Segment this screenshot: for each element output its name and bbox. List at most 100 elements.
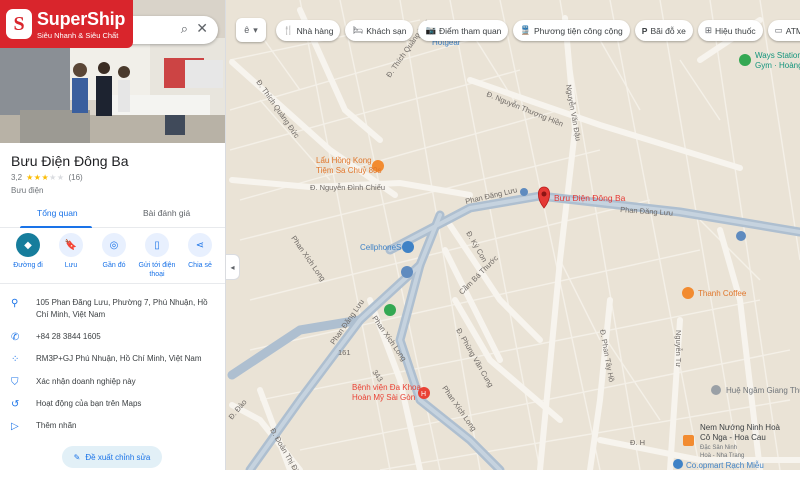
rating-stars: ★★★★★ bbox=[26, 173, 65, 182]
restaurant-icon: 🍴 bbox=[283, 25, 294, 35]
place-category[interactable]: Bưu điện bbox=[11, 186, 44, 195]
transit-icon[interactable] bbox=[736, 231, 746, 241]
poi-label: Bệnh viện Đa Khoa bbox=[352, 383, 421, 392]
poi-label: Cô Nga - Hoa Cau bbox=[700, 433, 766, 442]
chip-pharmacy[interactable]: ⊞ Hiệu thuốc bbox=[697, 20, 763, 41]
poi-label: Thanh Coffee bbox=[698, 289, 747, 298]
action-label: Gửi tới điện thoại bbox=[138, 262, 176, 279]
chevron-down-icon: ▾ bbox=[253, 24, 258, 35]
suggest-edit-button[interactable]: ✎ Đề xuất chỉnh sửa bbox=[62, 446, 162, 468]
street-label: Đ. H bbox=[630, 438, 645, 447]
verify-business-row[interactable]: ⛉ Xác nhận doanh nghiệp này bbox=[0, 376, 225, 388]
pharmacy-icon: ⊞ bbox=[704, 25, 713, 35]
rating-value: 3,2 bbox=[11, 173, 23, 182]
parking-icon: P bbox=[641, 25, 648, 36]
street-label: Nguyễn Tư bbox=[674, 330, 683, 367]
logo-name: SuperShip bbox=[37, 8, 126, 29]
action-buttons: ◆ Đường đi 🔖 Lưu ◎ Gần đó ▯ Gửi tới điện… bbox=[8, 233, 220, 279]
chip-label: Hiệu thuốc bbox=[715, 25, 756, 36]
chip-label: ATM bbox=[785, 25, 800, 36]
svg-text:H: H bbox=[421, 391, 426, 398]
search-icon[interactable]: ⌕ bbox=[181, 21, 188, 37]
chip-hotels[interactable]: 🛏 Khách sạn bbox=[345, 20, 414, 41]
poi-cellphones[interactable]: CellphoneS bbox=[360, 241, 414, 253]
shield-check-icon: ⛉ bbox=[11, 377, 19, 388]
chip-label: Bãi đỗ xe bbox=[650, 25, 686, 36]
add-label-text: Thêm nhãn bbox=[36, 421, 77, 430]
poi-label: Đặc Sản Ninh bbox=[700, 445, 737, 451]
chip-label: Khách sạn bbox=[366, 25, 407, 36]
verify-business-text: Xác nhận doanh nghiệp này bbox=[36, 377, 136, 386]
poi-label: Gym · Hoàng bbox=[755, 61, 800, 70]
plus-code-row[interactable]: ⁘ RM3P+GJ Phú Nhuận, Hồ Chí Minh, Việt N… bbox=[0, 353, 225, 365]
poi-label: Hoà - Nha Trang bbox=[700, 453, 744, 459]
save-button[interactable]: 🔖 Lưu bbox=[51, 233, 91, 279]
nearby-button[interactable]: ◎ Gần đó bbox=[94, 233, 134, 279]
chip-label: Điểm tham quan bbox=[439, 25, 502, 36]
share-icon: ⋖ bbox=[188, 233, 212, 257]
suggest-edit-label: Đề xuất chỉnh sửa bbox=[85, 452, 151, 462]
layers-label: ê bbox=[244, 25, 250, 35]
close-icon[interactable]: ✕ bbox=[196, 20, 208, 37]
poi-label: Co.opmart Rạch Miễu bbox=[686, 461, 764, 470]
poi-label: Tiệm Sa Chuỷ 80s bbox=[316, 166, 382, 175]
marker-label: Bưu Điện Đông Ba bbox=[554, 193, 626, 203]
chip-label: Phương tiện công cộng bbox=[534, 25, 623, 36]
nearby-icon: ◎ bbox=[102, 233, 126, 257]
poi-label: Nem Nướng Ninh Hoà bbox=[700, 423, 781, 432]
label-icon: ▷ bbox=[11, 421, 19, 432]
directions-button[interactable]: ◆ Đường đi bbox=[8, 233, 48, 279]
place-tabs: Tổng quan Bài đánh giá bbox=[0, 200, 225, 228]
poi-coopmart[interactable]: Co.opmart Rạch Miễu bbox=[673, 459, 764, 470]
action-label: Chia sẻ bbox=[188, 262, 212, 269]
chip-attractions[interactable]: 📷 Điểm tham quan bbox=[418, 20, 509, 41]
supership-logo-mark: S bbox=[6, 9, 32, 39]
add-label-row[interactable]: ▷ Thêm nhãn bbox=[0, 420, 225, 432]
plus-code-text: RM3P+GJ Phú Nhuận, Hồ Chí Minh, Việt Nam bbox=[36, 354, 202, 363]
chip-atm[interactable]: ▭ ATM bbox=[767, 20, 800, 41]
maps-app: Đ. Thích Quảng Đức Đ. Thích Quảng Đức Đ.… bbox=[0, 0, 800, 500]
action-label: Lưu bbox=[64, 262, 78, 269]
maps-activity-row[interactable]: ↺ Hoạt động của bạn trên Maps bbox=[0, 398, 225, 410]
chip-restaurants[interactable]: 🍴 Nhà hàng bbox=[276, 20, 341, 41]
directions-icon: ◆ bbox=[16, 233, 40, 257]
collapse-panel-button[interactable]: ◂ bbox=[226, 254, 240, 280]
tab-overview[interactable]: Tổng quan bbox=[37, 208, 78, 218]
send-to-phone-icon: ▯ bbox=[145, 233, 169, 257]
atm-icon: ▭ bbox=[774, 25, 783, 35]
chip-label: Nhà hàng bbox=[296, 25, 334, 36]
active-tab-indicator bbox=[20, 226, 92, 228]
transit-icon: 🚆 bbox=[520, 25, 531, 35]
poi-thanh-coffee[interactable]: Thanh Coffee bbox=[682, 287, 747, 299]
camera-icon: 📷 bbox=[425, 25, 437, 35]
address-row[interactable]: ⚲ 105 Phan Đăng Lưu, Phường 7, Phú Nhuận… bbox=[0, 297, 225, 320]
send-to-phone-button[interactable]: ▯ Gửi tới điện thoại bbox=[137, 233, 177, 279]
poi-label: Hoàn Mỹ Sài Gòn bbox=[352, 393, 415, 402]
chevron-left-icon: ◂ bbox=[230, 262, 235, 272]
plus-code-icon: ⁘ bbox=[11, 354, 20, 365]
divider bbox=[0, 283, 225, 284]
poi-label: CellphoneS bbox=[360, 243, 401, 252]
history-icon: ↺ bbox=[11, 399, 20, 410]
poi-label: Ways Station bbox=[755, 51, 800, 60]
action-label: Gần đó bbox=[102, 262, 126, 269]
supership-logo: S SuperShip Siêu Nhanh & Siêu Chất bbox=[0, 0, 133, 48]
bottom-strip bbox=[0, 470, 800, 500]
park-icon[interactable] bbox=[384, 304, 396, 316]
hotel-icon: 🛏 bbox=[352, 25, 364, 35]
layers-button[interactable]: ê ▾ bbox=[236, 18, 266, 42]
phone-row[interactable]: ✆ +84 28 3844 1605 bbox=[0, 331, 225, 343]
tab-reviews[interactable]: Bài đánh giá bbox=[143, 208, 190, 218]
share-button[interactable]: ⋖ Chia sẻ bbox=[180, 233, 220, 279]
review-count[interactable]: (16) bbox=[68, 173, 82, 182]
transit-icon[interactable] bbox=[401, 266, 413, 278]
address-text: 105 Phan Đăng Lưu, Phường 7, Phú Nhuận, … bbox=[36, 298, 208, 319]
place-panel: ⌕ ✕ S SuperShip Siêu Nhanh & Siêu Chất B… bbox=[0, 0, 226, 480]
transit-icon[interactable] bbox=[520, 188, 528, 196]
chip-parking[interactable]: P Bãi đỗ xe bbox=[634, 20, 693, 41]
chip-transit[interactable]: 🚆 Phương tiện công cộng bbox=[513, 20, 630, 41]
location-pin-icon: ⚲ bbox=[11, 298, 19, 309]
pencil-icon: ✎ bbox=[73, 452, 81, 462]
poi-label: Lẩu Hồng Kong bbox=[316, 156, 372, 165]
maps-activity-text: Hoạt động của bạn trên Maps bbox=[36, 399, 142, 408]
